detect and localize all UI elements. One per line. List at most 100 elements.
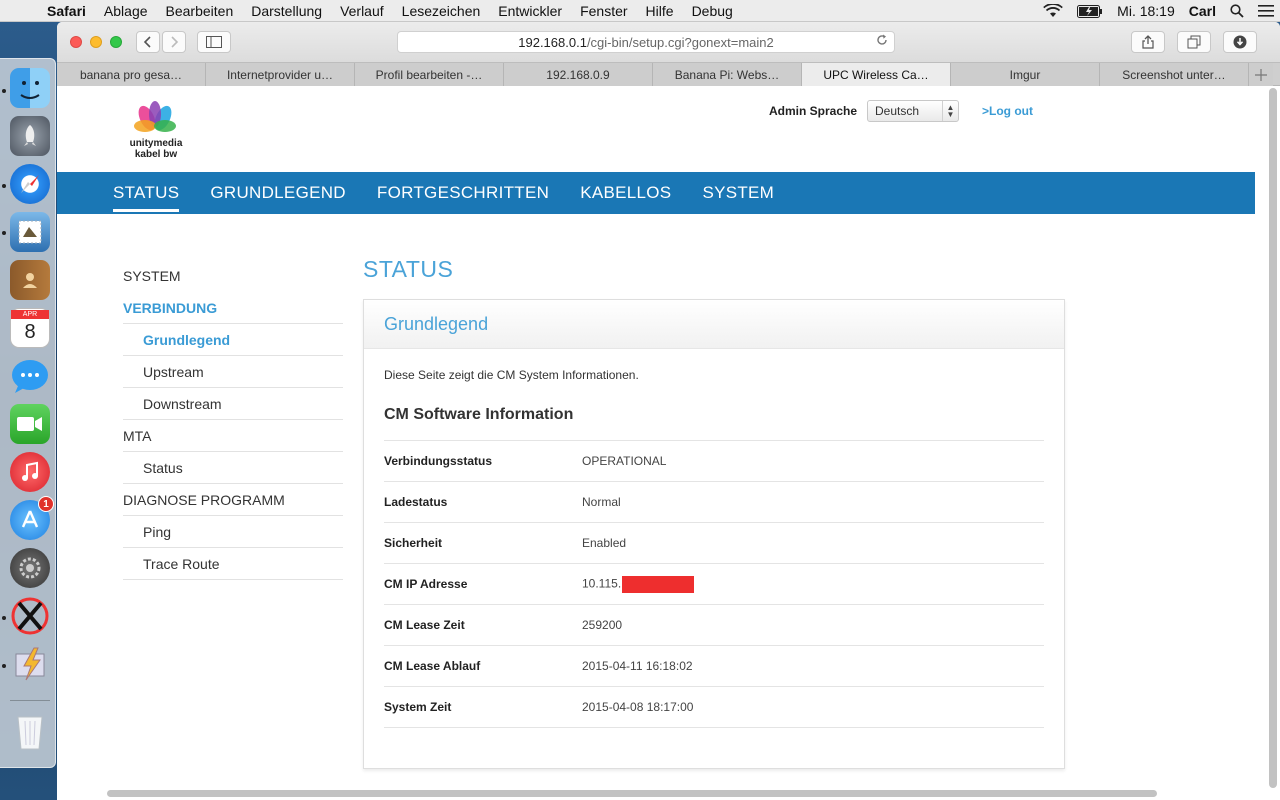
horizontal-scrollbar[interactable]: [107, 790, 1157, 797]
nav-kabellos[interactable]: KABELLOS: [580, 172, 671, 214]
system-preferences-gear-icon[interactable]: [10, 548, 50, 588]
mail-stamp-icon[interactable]: [10, 212, 50, 252]
chevron-right-icon: [171, 36, 179, 48]
dock: APR 8 1: [0, 58, 56, 768]
row-value: 259200: [582, 618, 623, 632]
safari-compass-icon[interactable]: [10, 164, 50, 204]
sidebar-item-ping[interactable]: Ping: [123, 516, 343, 548]
menu-entwickler[interactable]: Entwickler: [489, 3, 571, 19]
sidebar-toggle-button[interactable]: [197, 31, 231, 53]
row-key: Ladestatus: [384, 495, 448, 509]
sidebar-item-mta-status[interactable]: Status: [123, 452, 343, 484]
menu-bearbeiten[interactable]: Bearbeiten: [157, 3, 243, 19]
running-indicator: [2, 231, 6, 235]
battery-icon[interactable]: [1077, 0, 1103, 22]
launchpad-rocket-icon[interactable]: [10, 116, 50, 156]
app-store-icon[interactable]: 1: [10, 496, 54, 540]
minimize-window-button[interactable]: [90, 36, 102, 48]
x11-icon[interactable]: [10, 596, 50, 636]
language-select[interactable]: Deutsch ▲ ▼: [867, 100, 959, 122]
row-key: Sicherheit: [384, 536, 443, 550]
browser-tab[interactable]: Screenshot unter…: [1100, 63, 1249, 86]
row-value: 2015-04-08 18:17:00: [582, 700, 694, 714]
address-bar[interactable]: 192.168.0.1/cgi-bin/setup.cgi?gonext=mai…: [397, 31, 895, 53]
row-key: CM Lease Ablauf: [384, 659, 481, 673]
tab-overview-button[interactable]: [1177, 31, 1211, 53]
nav-status[interactable]: STATUS: [113, 172, 180, 214]
notification-center-icon[interactable]: [1258, 0, 1274, 22]
reload-icon[interactable]: [876, 34, 888, 49]
browser-tab[interactable]: Internetprovider u…: [206, 63, 355, 86]
finder-icon[interactable]: [10, 68, 50, 108]
browser-tab[interactable]: Banana Pi: Webs…: [653, 63, 802, 86]
logo-text: unitymedia kabel bw: [121, 138, 191, 160]
browser-tab[interactable]: Imgur: [951, 63, 1100, 86]
menu-app-safari[interactable]: Safari: [38, 3, 95, 19]
browser-tab[interactable]: banana pro gesa…: [57, 63, 206, 86]
sidebar-item-mta[interactable]: MTA: [123, 420, 343, 452]
downloads-button[interactable]: [1223, 31, 1257, 53]
vertical-scrollbar[interactable]: [1269, 88, 1277, 788]
table-row: CM Lease Zeit 259200: [384, 605, 1044, 646]
nav-system[interactable]: SYSTEM: [702, 172, 774, 214]
close-window-button[interactable]: [70, 36, 82, 48]
row-key: CM IP Adresse: [384, 577, 468, 591]
messages-bubble-icon[interactable]: [10, 356, 50, 396]
menu-ablage[interactable]: Ablage: [95, 3, 157, 19]
running-indicator: [2, 184, 6, 188]
tabs-icon: [1187, 35, 1201, 49]
menu-hilfe[interactable]: Hilfe: [637, 3, 683, 19]
admin-language-label: Admin Sprache: [769, 104, 858, 118]
logo-line-2: kabel bw: [134, 149, 178, 160]
back-button[interactable]: [136, 31, 160, 53]
share-button[interactable]: [1131, 31, 1165, 53]
table-row: Sicherheit Enabled: [384, 523, 1044, 564]
console-lightning-icon[interactable]: [10, 644, 50, 684]
row-key: Verbindungsstatus: [384, 454, 493, 468]
itunes-music-icon[interactable]: [10, 452, 50, 492]
sidebar-item-trace-route[interactable]: Trace Route: [123, 548, 343, 580]
table-row: System Zeit 2015-04-08 18:17:00: [384, 687, 1044, 728]
contacts-book-icon[interactable]: [10, 260, 50, 300]
menu-user[interactable]: Carl: [1189, 3, 1216, 19]
chevron-left-icon: [143, 36, 151, 48]
menu-darstellung[interactable]: Darstellung: [242, 3, 331, 19]
running-indicator: [2, 664, 6, 668]
forward-button[interactable]: [162, 31, 186, 53]
new-tab-button[interactable]: [1249, 63, 1273, 86]
logout-link[interactable]: >Log out: [982, 104, 1033, 118]
sidebar-item-diagnose[interactable]: DIAGNOSE PROGRAMM: [123, 484, 343, 516]
spotlight-search-icon[interactable]: [1230, 0, 1244, 22]
share-icon: [1142, 35, 1154, 49]
sidebar-item-downstream[interactable]: Downstream: [123, 388, 343, 420]
trash-icon[interactable]: [10, 712, 50, 752]
table-row: Ladestatus Normal: [384, 482, 1044, 523]
panel-title: Grundlegend: [364, 300, 1064, 349]
nav-fortgeschritten[interactable]: FORTGESCHRITTEN: [377, 172, 549, 214]
sidebar-item-system[interactable]: SYSTEM: [123, 260, 343, 292]
menu-verlauf[interactable]: Verlauf: [331, 3, 393, 19]
download-icon: [1233, 35, 1247, 49]
browser-tab[interactable]: 192.168.0.9: [504, 63, 653, 86]
row-value: 2015-04-11 16:18:02: [582, 659, 693, 673]
safari-window: 192.168.0.1/cgi-bin/setup.cgi?gonext=mai…: [57, 22, 1280, 800]
sidebar-item-verbindung[interactable]: VERBINDUNG: [123, 292, 343, 324]
nav-grundlegend[interactable]: GRUNDLEGEND: [210, 172, 346, 214]
menu-fenster[interactable]: Fenster: [571, 3, 636, 19]
browser-tab-active[interactable]: UPC Wireless Ca…: [802, 63, 951, 86]
wifi-icon[interactable]: [1043, 0, 1063, 22]
browser-tab[interactable]: Profil bearbeiten -…: [355, 63, 504, 86]
calendar-icon[interactable]: APR 8: [10, 308, 50, 348]
sidebar-item-grundlegend[interactable]: Grundlegend: [123, 324, 343, 356]
menu-clock[interactable]: Mi. 18:19: [1117, 3, 1175, 19]
section-title: CM Software Information: [384, 406, 574, 423]
facetime-camera-icon[interactable]: [10, 404, 50, 444]
zoom-window-button[interactable]: [110, 36, 122, 48]
row-value: Normal: [582, 495, 621, 509]
calendar-month: APR: [11, 310, 49, 319]
row-value: OPERATIONAL: [582, 454, 667, 468]
menu-debug[interactable]: Debug: [683, 3, 742, 19]
row-key: System Zeit: [384, 700, 452, 714]
menu-lesezeichen[interactable]: Lesezeichen: [393, 3, 490, 19]
sidebar-item-upstream[interactable]: Upstream: [123, 356, 343, 388]
